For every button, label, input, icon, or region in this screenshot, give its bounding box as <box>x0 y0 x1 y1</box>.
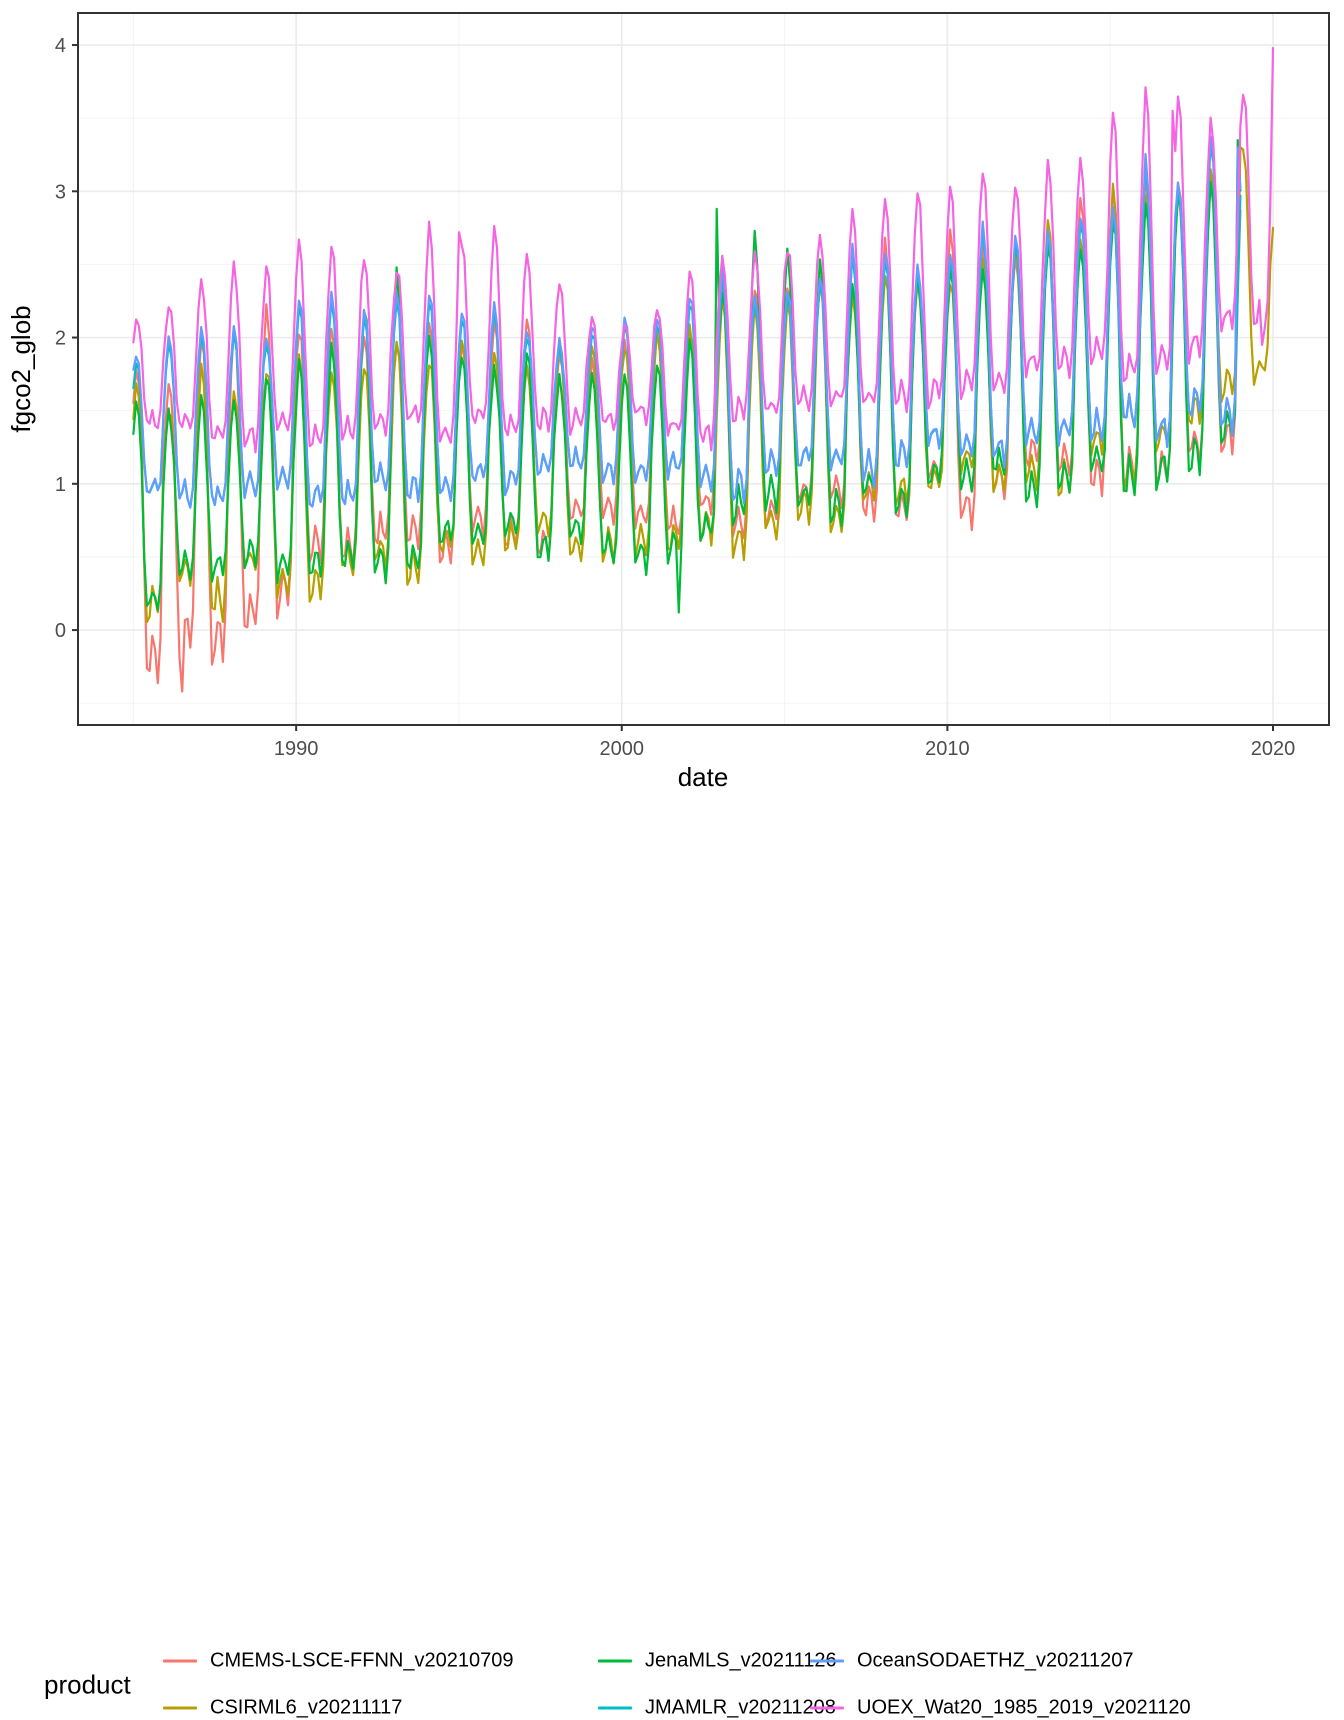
plot-panel <box>78 13 1329 725</box>
x-tick-label: 2000 <box>600 738 645 760</box>
legend-item-jenamls: JenaMLS_v20211126 <box>598 1650 837 1673</box>
y-axis-title: fgco2_glob <box>6 305 36 432</box>
y-tick-label: 3 <box>55 181 66 203</box>
legend-key-cmems <box>163 1660 197 1663</box>
x-tick-label: 1990 <box>274 738 319 760</box>
legend-key-jenamls <box>598 1660 632 1663</box>
y-tick-label: 2 <box>55 328 66 350</box>
legend-title: product <box>44 1670 131 1701</box>
legend-label-csir: CSIRML6_v20211117 <box>210 1697 402 1720</box>
figure: { "chart_data": { "type": "line", "title… <box>0 0 1344 960</box>
legend-label-jenamls: JenaMLS_v20211126 <box>645 1650 837 1673</box>
y-tick-label: 4 <box>55 35 66 57</box>
legend-item-uoex: UOEX_Wat20_1985_2019_v2021120 <box>810 1697 1191 1720</box>
legend-key-csir <box>163 1707 197 1710</box>
legend-label-oceansoda: OceanSODAETHZ_v20211207 <box>857 1650 1133 1673</box>
legend: product CMEMS-LSCE-FFNN_v20210709 CSIRML… <box>0 800 1344 960</box>
legend-key-oceansoda <box>810 1660 844 1663</box>
x-tick-label: 2010 <box>925 738 970 760</box>
legend-item-cmems: CMEMS-LSCE-FFNN_v20210709 <box>163 1650 513 1673</box>
legend-item-oceansoda: OceanSODAETHZ_v20211207 <box>810 1650 1133 1673</box>
legend-item-csir: CSIRML6_v20211117 <box>163 1697 402 1720</box>
legend-item-jmamlr: JMAMLR_v20211208 <box>598 1697 836 1720</box>
legend-key-jmamlr <box>598 1707 632 1710</box>
legend-key-uoex <box>810 1707 844 1710</box>
legend-label-cmems: CMEMS-LSCE-FFNN_v20210709 <box>210 1650 513 1673</box>
y-tick-label: 0 <box>55 620 66 642</box>
chart-canvas: 0 1 2 3 4 1990 2000 2010 2020 date fgco2_glob <box>0 0 1344 800</box>
legend-label-jmamlr: JMAMLR_v20211208 <box>645 1697 836 1720</box>
legend-label-uoex: UOEX_Wat20_1985_2019_v2021120 <box>857 1697 1191 1720</box>
x-axis-title: date <box>678 762 729 792</box>
y-tick-label: 1 <box>55 474 66 496</box>
x-tick-label: 2020 <box>1251 738 1296 760</box>
